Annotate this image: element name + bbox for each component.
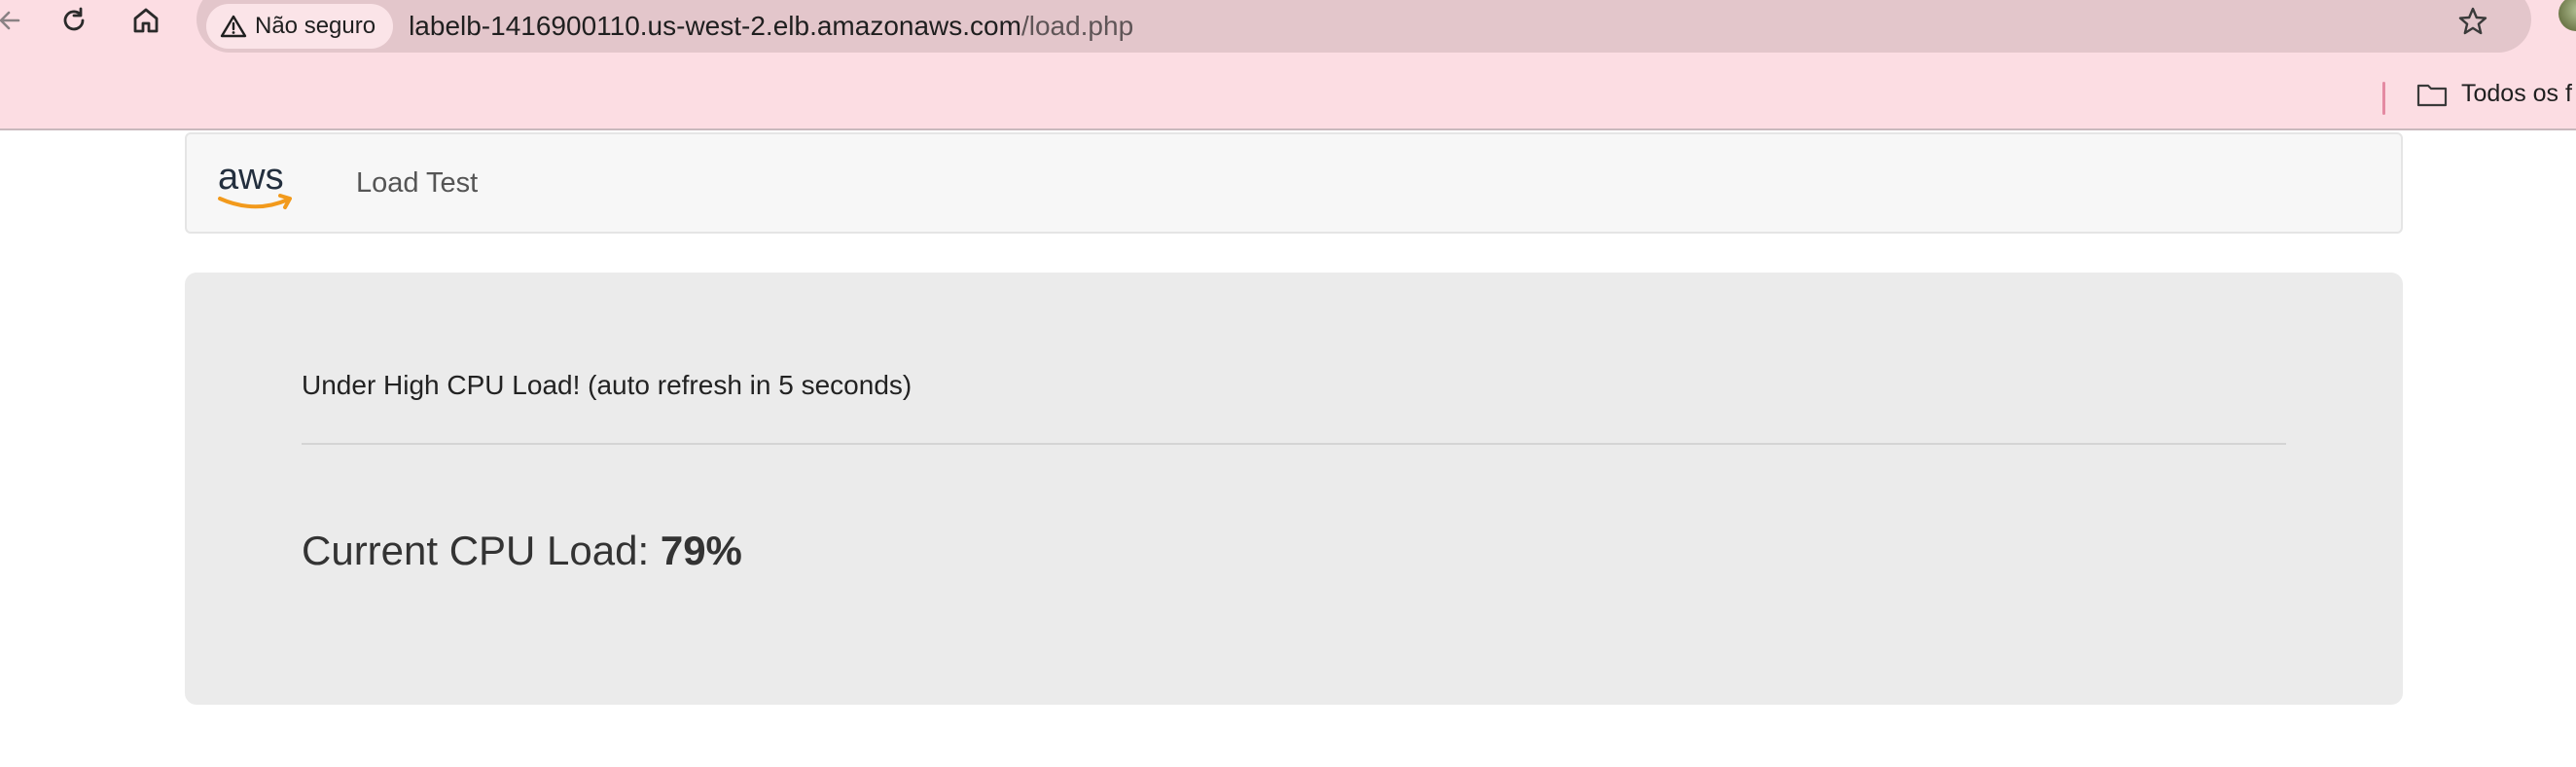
profile-avatar[interactable]: [2558, 0, 2576, 31]
arrow-left-icon: [0, 11, 20, 30]
warning-triangle-icon: [220, 15, 247, 38]
bookmark-folder-all[interactable]: Todos os f: [2416, 80, 2572, 108]
url-path: /load.php: [1020, 11, 1134, 41]
home-button[interactable]: [119, 0, 173, 41]
reload-icon: [63, 7, 85, 31]
brand-title[interactable]: Load Test: [356, 167, 478, 200]
bookmarks-divider: [2382, 82, 2385, 115]
aws-logo[interactable]: aws: [216, 158, 300, 214]
reload-button[interactable]: [47, 0, 101, 41]
address-bar[interactable]: Não seguro labelb-1416900110.us-west-2.e…: [197, 0, 2531, 53]
security-indicator[interactable]: Não seguro: [206, 4, 394, 49]
folder-icon: [2416, 84, 2448, 106]
cpu-load-label: Current CPU Load:: [302, 528, 661, 573]
aws-logo-text: aws: [218, 158, 284, 198]
security-label: Não seguro: [255, 13, 376, 39]
bookmark-folder-label: Todos os f: [2461, 80, 2572, 107]
url-text[interactable]: labelb-1416900110.us-west-2.elb.amazonaw…: [409, 11, 1133, 42]
home-icon: [133, 8, 159, 33]
cpu-load-readout: Current CPU Load: 79%: [302, 528, 742, 574]
cpu-load-value: 79%: [660, 528, 742, 573]
browser-toolbar: Não seguro labelb-1416900110.us-west-2.e…: [0, 0, 2576, 130]
horizontal-divider: [302, 443, 2286, 445]
site-navbar: aws Load Test: [185, 132, 2403, 234]
load-status-panel: Under High CPU Load! (auto refresh in 5 …: [185, 273, 2403, 705]
status-message: Under High CPU Load! (auto refresh in 5 …: [302, 370, 912, 400]
url-host: labelb-1416900110.us-west-2.elb.amazonaw…: [409, 11, 1021, 41]
star-icon: [2458, 7, 2487, 35]
bookmark-star-button[interactable]: [2453, 2, 2492, 41]
back-button[interactable]: [0, 0, 37, 41]
